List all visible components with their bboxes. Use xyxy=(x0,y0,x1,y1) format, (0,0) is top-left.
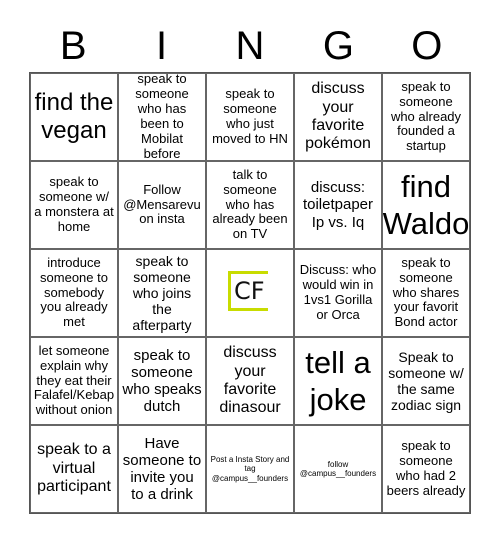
bingo-cell[interactable]: speak to someone who already founded a s… xyxy=(382,73,470,161)
bingo-cell[interactable]: discuss: toiletpaper Ip vs. Iq xyxy=(294,161,382,249)
bingo-cell[interactable]: speak to someone who shares your favorit… xyxy=(382,249,470,337)
bingo-cell[interactable]: speak to a virtual participant xyxy=(30,425,118,513)
bingo-cell[interactable]: discuss your favorite dinasour xyxy=(206,337,294,425)
header-letter-n: N xyxy=(235,24,265,68)
header-letter-g: G xyxy=(322,24,354,68)
bingo-cell[interactable]: talk to someone who has already been on … xyxy=(206,161,294,249)
bingo-cell[interactable]: speak to someone who just moved to HN xyxy=(206,73,294,161)
bingo-cell[interactable]: Speak to someone w/ the same zodiac sign xyxy=(382,337,470,425)
bingo-card: find the vegan speak to someone who has … xyxy=(29,72,471,514)
bingo-header: B I N G O xyxy=(29,20,471,72)
bingo-cell[interactable]: speak to someone w/ a monstera at home xyxy=(30,161,118,249)
header-letter-b: B xyxy=(59,24,87,68)
bingo-cell[interactable]: speak to someone who had 2 beers already xyxy=(382,425,470,513)
free-space-cell[interactable]: CF xyxy=(206,249,294,337)
header-letter-o: O xyxy=(411,24,443,68)
bingo-cell[interactable]: speak to someone who has been to Mobilat… xyxy=(118,73,206,161)
bingo-cell[interactable]: find Waldo xyxy=(382,161,470,249)
header-letter-i: I xyxy=(156,24,168,68)
bingo-cell[interactable]: introduce someone to somebody you alread… xyxy=(30,249,118,337)
bingo-cell[interactable]: tell a joke xyxy=(294,337,382,425)
bingo-cell[interactable]: Have someone to invite you to a drink xyxy=(118,425,206,513)
bingo-cell[interactable]: let someone explain why they eat their F… xyxy=(30,337,118,425)
bingo-cell[interactable]: Follow @Mensarevu on insta xyxy=(118,161,206,249)
bingo-cell[interactable]: follow @campus__founders xyxy=(294,425,382,513)
bingo-cell[interactable]: discuss your favorite pokémon xyxy=(294,73,382,161)
bingo-cell[interactable]: Post a Insta Story and tag @campus__foun… xyxy=(206,425,294,513)
bingo-cell[interactable]: speak to someone who joins the afterpart… xyxy=(118,249,206,337)
bingo-cell[interactable]: Discuss: who would win in 1vs1 Gorilla o… xyxy=(294,249,382,337)
bingo-cell[interactable]: speak to someone who speaks dutch xyxy=(118,337,206,425)
bingo-cell[interactable]: find the vegan xyxy=(30,73,118,161)
campus-founders-logo-icon: CF xyxy=(228,271,272,315)
logo-text: CF xyxy=(234,277,265,305)
